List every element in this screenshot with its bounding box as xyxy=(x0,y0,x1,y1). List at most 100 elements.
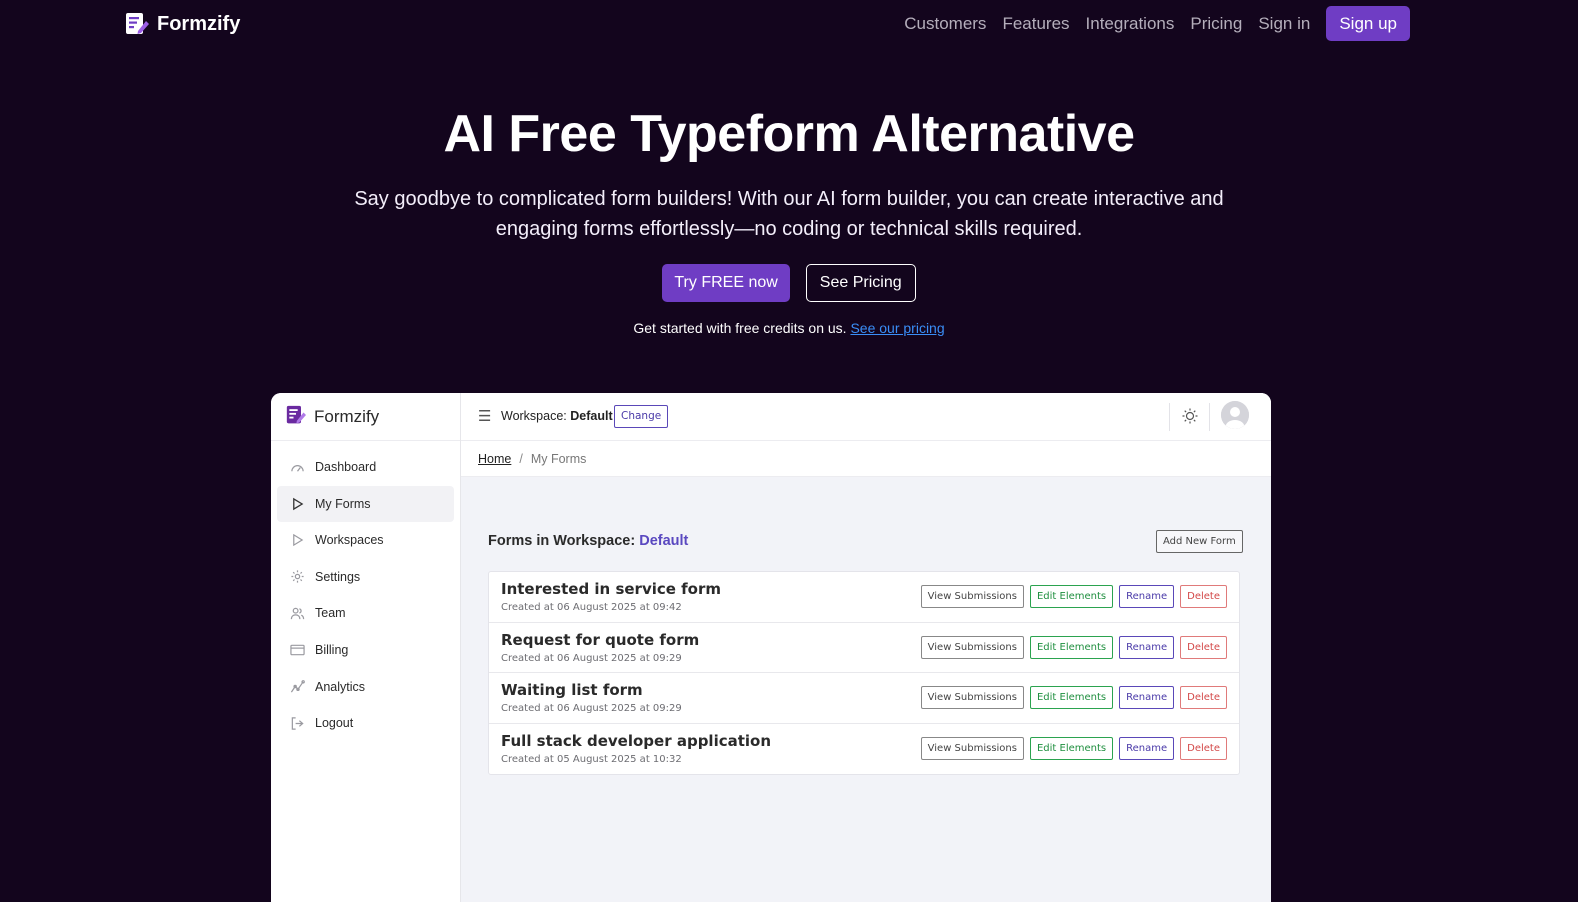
rename-button[interactable]: Rename xyxy=(1119,686,1175,709)
breadcrumb-current: My Forms xyxy=(530,451,587,466)
try-free-button[interactable]: Try FREE now xyxy=(662,264,790,302)
sidebar-item-workspaces[interactable]: Workspaces xyxy=(277,522,454,558)
sidebar-item-label: Dashboard xyxy=(315,460,377,474)
app-brand-name: Formzify xyxy=(314,406,380,426)
brand-name: Formzify xyxy=(157,12,241,35)
sidebar-item-label: Analytics xyxy=(315,679,366,694)
sidebar-item-label: Billing xyxy=(315,642,349,657)
add-new-form-button[interactable]: Add New Form xyxy=(1156,530,1243,553)
app-main: ☰ Workspace: Default Change Home / My Fo… xyxy=(461,393,1271,902)
form-created-date: Created at 05 August 2025 at 10:32 xyxy=(501,753,682,765)
hero-cta-group: Try FREE now See Pricing xyxy=(0,264,1578,302)
rename-button[interactable]: Rename xyxy=(1119,736,1175,760)
edit-elements-button[interactable]: Edit Elements xyxy=(1029,635,1114,659)
edit-elements-button[interactable]: Edit Elements xyxy=(1029,686,1114,709)
nav-link-integrations[interactable]: Integrations xyxy=(1086,14,1175,34)
list-item: Waiting list form Created at 06 August 2… xyxy=(489,673,1239,724)
breadcrumb-separator: / xyxy=(519,451,523,466)
breadcrumb: Home / My Forms xyxy=(461,441,1271,477)
form-actions: View Submissions Edit Elements Rename De… xyxy=(920,686,1227,709)
sidebar-item-label: My Forms xyxy=(315,496,371,511)
forms-heading-prefix: Forms in Workspace: xyxy=(488,533,636,549)
nav-link-customers[interactable]: Customers xyxy=(904,14,986,34)
app-preview: Formzify Dashboard My Forms Workspaces S… xyxy=(271,393,1271,902)
view-submissions-button[interactable]: View Submissions xyxy=(920,635,1024,659)
delete-button[interactable]: Delete xyxy=(1180,686,1227,709)
nav-links: Customers Features Integrations Pricing … xyxy=(904,6,1410,41)
app-topbar: ☰ Workspace: Default Change xyxy=(461,393,1271,441)
card-icon xyxy=(289,642,305,658)
gear-icon xyxy=(289,569,305,585)
sidebar-item-billing[interactable]: Billing xyxy=(277,632,454,668)
form-title[interactable]: Request for quote form xyxy=(501,631,699,649)
form-actions: View Submissions Edit Elements Rename De… xyxy=(920,585,1227,608)
sidebar-item-my-forms[interactable]: My Forms xyxy=(277,485,454,522)
form-created-date: Created at 06 August 2025 at 09:29 xyxy=(501,652,682,664)
logout-icon xyxy=(289,715,305,731)
delete-button[interactable]: Delete xyxy=(1180,635,1227,659)
sidebar-item-label: Logout xyxy=(315,716,354,731)
form-title[interactable]: Waiting list form xyxy=(501,681,643,699)
nav-link-sign-in[interactable]: Sign in xyxy=(1258,14,1310,34)
hero-subtitle: Say goodbye to complicated form builders… xyxy=(354,188,1224,240)
sidebar-item-analytics[interactable]: Analytics xyxy=(277,669,454,705)
forms-heading: Forms in Workspace: Default xyxy=(488,533,688,549)
gauge-icon xyxy=(289,459,305,475)
breadcrumb-home-link[interactable]: Home xyxy=(478,452,511,466)
workspace-name: Default xyxy=(570,409,613,423)
app-brand[interactable]: Formzify xyxy=(271,393,460,441)
hero-note: Get started with free credits on us. See… xyxy=(0,320,1578,336)
sidebar-item-settings[interactable]: Settings xyxy=(277,559,454,595)
play-icon xyxy=(289,496,305,512)
nav-link-pricing[interactable]: Pricing xyxy=(1190,14,1242,34)
see-pricing-button[interactable]: See Pricing xyxy=(805,264,916,302)
change-workspace-button[interactable]: Change xyxy=(614,405,669,428)
sidebar-item-label: Team xyxy=(315,606,346,621)
form-title[interactable]: Full stack developer application xyxy=(501,732,771,750)
theme-toggle-sun-icon[interactable] xyxy=(1180,406,1200,426)
formzify-logo-icon xyxy=(286,404,306,430)
sidebar-menu: Dashboard My Forms Workspaces Settings T… xyxy=(271,441,460,750)
workspace-label: Workspace: Default xyxy=(501,409,613,423)
see-our-pricing-link[interactable]: See our pricing xyxy=(850,320,944,336)
sidebar-item-logout[interactable]: Logout xyxy=(277,705,454,741)
sign-up-button[interactable]: Sign up xyxy=(1326,6,1410,41)
view-submissions-button[interactable]: View Submissions xyxy=(920,585,1024,608)
form-created-date: Created at 06 August 2025 at 09:29 xyxy=(501,703,682,714)
user-avatar[interactable] xyxy=(1221,401,1249,429)
hamburger-menu-icon[interactable]: ☰ xyxy=(478,407,491,425)
forms-heading-workspace: Default xyxy=(639,533,689,549)
list-item: Full stack developer application Created… xyxy=(489,724,1239,775)
brand-link[interactable]: Formzify xyxy=(125,12,240,36)
edit-elements-button[interactable]: Edit Elements xyxy=(1029,736,1114,760)
form-created-date: Created at 06 August 2025 at 09:42 xyxy=(501,602,682,613)
sidebar-item-team[interactable]: Team xyxy=(277,595,454,631)
forms-list: Interested in service form Created at 06… xyxy=(488,571,1240,775)
chart-icon xyxy=(289,679,305,695)
sidebar-item-label: Workspaces xyxy=(315,533,384,548)
view-submissions-button[interactable]: View Submissions xyxy=(920,736,1024,760)
app-sidebar: Formzify Dashboard My Forms Workspaces S… xyxy=(271,393,461,902)
sidebar-item-dashboard[interactable]: Dashboard xyxy=(277,449,454,485)
rename-button[interactable]: Rename xyxy=(1119,635,1175,659)
form-title[interactable]: Interested in service form xyxy=(501,580,721,598)
hero-title: AI Free Typeform Alternative xyxy=(443,105,1135,163)
delete-button[interactable]: Delete xyxy=(1180,736,1227,760)
users-icon xyxy=(289,605,305,621)
list-item: Request for quote form Created at 06 Aug… xyxy=(489,623,1239,673)
nav-link-features[interactable]: Features xyxy=(1002,14,1069,34)
hero-note-text: Get started with free credits on us. xyxy=(633,320,847,336)
form-actions: View Submissions Edit Elements Rename De… xyxy=(920,635,1227,659)
view-submissions-button[interactable]: View Submissions xyxy=(920,686,1024,709)
rename-button[interactable]: Rename xyxy=(1119,585,1175,608)
top-navbar: Formzify Customers Features Integrations… xyxy=(0,0,1578,48)
play-icon xyxy=(289,532,305,548)
topbar-divider xyxy=(1169,403,1170,431)
sidebar-item-label: Settings xyxy=(315,569,361,584)
delete-button[interactable]: Delete xyxy=(1180,585,1227,608)
formzify-logo-icon xyxy=(125,12,149,36)
list-item: Interested in service form Created at 06… xyxy=(489,572,1239,623)
workspace-prefix: Workspace: xyxy=(501,409,567,423)
topbar-divider xyxy=(1209,403,1210,431)
edit-elements-button[interactable]: Edit Elements xyxy=(1029,585,1114,608)
